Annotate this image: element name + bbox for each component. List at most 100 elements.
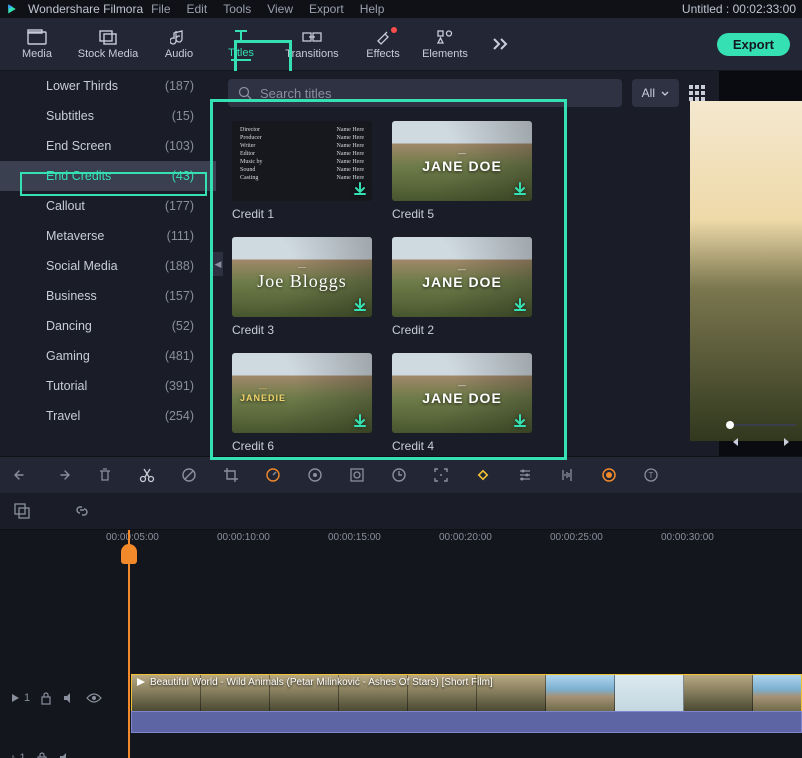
project-title: Untitled : 00:02:33:00: [682, 2, 796, 16]
download-icon[interactable]: [352, 297, 368, 313]
menu-file[interactable]: File: [151, 2, 170, 16]
more-tabs-button[interactable]: [486, 18, 516, 70]
menu-edit[interactable]: Edit: [187, 2, 208, 16]
elements-icon: [435, 29, 455, 46]
menu-help[interactable]: Help: [360, 2, 385, 16]
category-count: (254): [165, 409, 194, 423]
sidebar-item-metaverse[interactable]: Metaverse(111): [0, 221, 216, 251]
tab-audio[interactable]: Audio: [148, 18, 210, 70]
title-thumbnail: —Joe Bloggs: [232, 237, 372, 317]
menu-view[interactable]: View: [267, 2, 293, 16]
download-icon[interactable]: [512, 181, 528, 197]
category-count: (187): [165, 79, 194, 93]
record-button[interactable]: [600, 466, 618, 484]
title-card[interactable]: —JANE DOE Credit 5: [392, 121, 542, 221]
title-thumbnail: DirectorName HereProducerName HereWriter…: [232, 121, 372, 201]
sidebar-item-subtitles[interactable]: Subtitles(15): [0, 101, 216, 131]
collapse-sidebar-button[interactable]: ◀: [213, 252, 223, 276]
focus-button[interactable]: [432, 466, 450, 484]
ruler-tick-label: 00:00:05:00: [106, 532, 159, 543]
main-content: Lower Thirds(187)Subtitles(15)End Screen…: [0, 71, 802, 456]
category-count: (103): [165, 139, 194, 153]
tab-transitions[interactable]: Transitions: [272, 18, 352, 70]
category-count: (157): [165, 289, 194, 303]
menu-tools[interactable]: Tools: [223, 2, 251, 16]
lock-icon[interactable]: [36, 751, 48, 758]
download-icon[interactable]: [352, 413, 368, 429]
playhead[interactable]: [128, 530, 130, 758]
prev-frame-button[interactable]: [726, 434, 742, 450]
mute-icon[interactable]: [58, 752, 72, 758]
video-track[interactable]: Beautiful World - Wild Animals (Petar Mi…: [128, 674, 802, 718]
mute-icon[interactable]: [62, 692, 76, 704]
undo-button[interactable]: [12, 466, 30, 484]
category-sidebar: Lower Thirds(187)Subtitles(15)End Screen…: [0, 71, 216, 456]
scrubber-handle[interactable]: [726, 421, 734, 429]
title-caption: Credit 1: [232, 207, 382, 221]
category-label: Subtitles: [46, 109, 94, 123]
search-input[interactable]: Search titles: [228, 79, 622, 107]
tab-stock-media[interactable]: Stock Media: [68, 18, 148, 70]
preview-scrubber[interactable]: [726, 424, 796, 426]
visibility-icon[interactable]: [86, 692, 102, 704]
export-button[interactable]: Export: [717, 33, 790, 56]
category-count: (481): [165, 349, 194, 363]
sidebar-item-lower-thirds[interactable]: Lower Thirds(187): [0, 71, 216, 101]
video-clip[interactable]: Beautiful World - Wild Animals (Petar Mi…: [131, 674, 802, 712]
lock-icon[interactable]: [40, 691, 52, 705]
split-button[interactable]: [138, 466, 156, 484]
download-icon[interactable]: [512, 297, 528, 313]
tab-media[interactable]: Media: [6, 18, 68, 70]
next-frame-button[interactable]: [780, 434, 796, 450]
sidebar-item-dancing[interactable]: Dancing(52): [0, 311, 216, 341]
speed-button[interactable]: [264, 466, 282, 484]
view-grid-button[interactable]: [689, 85, 705, 101]
timeline-ruler[interactable]: 00:00:05:0000:00:10:0000:00:15:0000:00:2…: [128, 530, 802, 550]
playhead-handle[interactable]: [121, 544, 137, 564]
category-label: Social Media: [46, 259, 118, 273]
sidebar-item-end-credits[interactable]: End Credits(43): [0, 161, 216, 191]
title-card[interactable]: —JANE DOECredit 2: [392, 237, 542, 337]
link-button[interactable]: [72, 501, 92, 521]
download-icon[interactable]: [352, 181, 368, 197]
adjust-button[interactable]: [516, 466, 534, 484]
sidebar-item-callout[interactable]: Callout(177): [0, 191, 216, 221]
filter-dropdown[interactable]: All: [632, 79, 679, 107]
freeze-frame-button[interactable]: [390, 466, 408, 484]
sidebar-item-end-screen[interactable]: End Screen(103): [0, 131, 216, 161]
timeline[interactable]: 00:00:05:0000:00:10:0000:00:15:0000:00:2…: [0, 530, 802, 758]
sidebar-item-gaming[interactable]: Gaming(481): [0, 341, 216, 371]
delete-button[interactable]: [96, 466, 114, 484]
title-card[interactable]: DirectorName HereProducerName HereWriter…: [232, 121, 382, 221]
search-placeholder: Search titles: [260, 86, 332, 101]
audio-mixer-button[interactable]: [558, 466, 576, 484]
title-card[interactable]: —JANE DOECredit 4: [392, 353, 542, 453]
tool-extra-button[interactable]: T: [642, 466, 660, 484]
no-effect-icon[interactable]: [180, 466, 198, 484]
green-screen-button[interactable]: [348, 466, 366, 484]
crop-button[interactable]: [222, 466, 240, 484]
menu-export[interactable]: Export: [309, 2, 344, 16]
tab-titles[interactable]: Titles: [210, 18, 272, 70]
sidebar-item-tutorial[interactable]: Tutorial(391): [0, 371, 216, 401]
title-caption: Credit 2: [392, 323, 542, 337]
title-card[interactable]: —Joe BloggsCredit 3: [232, 237, 382, 337]
ruler-tick-label: 00:00:10:00: [217, 532, 270, 543]
ruler-tick-label: 00:00:15:00: [328, 532, 381, 543]
tab-effects[interactable]: Effects: [352, 18, 414, 70]
color-button[interactable]: [306, 466, 324, 484]
sidebar-item-business[interactable]: Business(157): [0, 281, 216, 311]
title-thumbnail: —JANE DOE: [392, 353, 532, 433]
sidebar-item-social-media[interactable]: Social Media(188): [0, 251, 216, 281]
sidebar-item-travel[interactable]: Travel(254): [0, 401, 216, 431]
title-card[interactable]: —JANEDIECredit 6: [232, 353, 382, 453]
keyframe-button[interactable]: [474, 466, 492, 484]
audio-clip[interactable]: [131, 711, 802, 733]
title-caption: Credit 5: [392, 207, 542, 221]
tab-elements[interactable]: Elements: [414, 18, 476, 70]
redo-button[interactable]: [54, 466, 72, 484]
title-thumbnail: —JANE DOE: [392, 121, 532, 201]
copy-button[interactable]: [12, 501, 32, 521]
download-icon[interactable]: [512, 413, 528, 429]
titles-grid: DirectorName HereProducerName HereWriter…: [216, 115, 719, 456]
